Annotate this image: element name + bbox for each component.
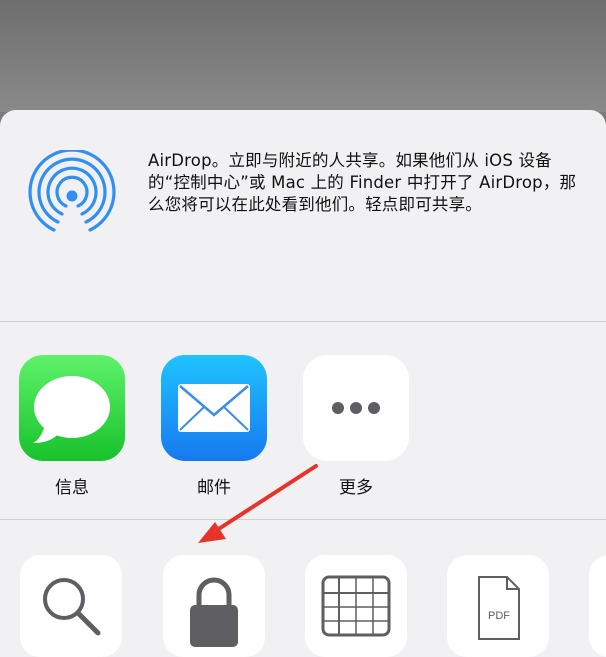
app-messages[interactable]: 信息 xyxy=(19,355,125,498)
mail-icon xyxy=(161,355,267,461)
app-label: 更多 xyxy=(339,478,373,498)
action-partial[interactable] xyxy=(589,555,606,657)
section-divider xyxy=(0,321,606,322)
action-pdf[interactable]: PDF xyxy=(447,555,549,657)
dimmed-background xyxy=(0,0,606,112)
action-table[interactable] xyxy=(305,555,407,657)
share-sheet: AirDrop。立即与附近的人共享。如果他们从 iOS 设备的“控制中心”或 M… xyxy=(0,110,606,657)
app-label: 信息 xyxy=(55,478,89,498)
app-more[interactable]: 更多 xyxy=(303,355,409,498)
airdrop-description: AirDrop。立即与附近的人共享。如果他们从 iOS 设备的“控制中心”或 M… xyxy=(148,151,577,214)
airdrop-section[interactable]: AirDrop。立即与附近的人共享。如果他们从 iOS 设备的“控制中心”或 M… xyxy=(0,110,606,322)
section-divider xyxy=(0,519,606,520)
app-mail[interactable]: 邮件 xyxy=(161,355,267,498)
app-label: 邮件 xyxy=(197,478,231,498)
more-icon xyxy=(303,355,409,461)
table-icon xyxy=(321,575,391,637)
airdrop-icon xyxy=(28,150,116,232)
action-search[interactable] xyxy=(20,555,122,657)
search-icon xyxy=(43,578,101,636)
pdf-label: PDF xyxy=(488,610,510,622)
pdf-document-icon: PDF xyxy=(478,576,520,640)
action-lock[interactable] xyxy=(163,555,265,657)
lock-icon xyxy=(190,577,238,647)
messages-icon xyxy=(19,355,125,461)
